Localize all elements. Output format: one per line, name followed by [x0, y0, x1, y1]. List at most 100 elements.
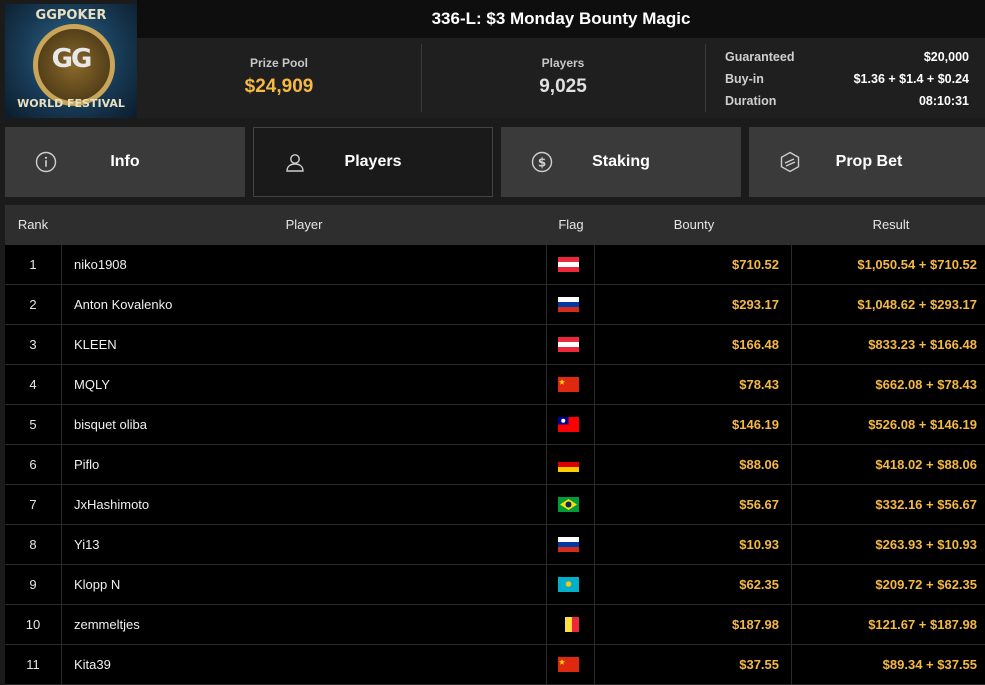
bounty-cell: $166.48: [732, 337, 779, 352]
bounty-cell: $56.67: [739, 497, 779, 512]
cell-divider: [61, 325, 62, 364]
table-header: Rank Player Flag Bounty Result: [5, 205, 985, 245]
bounty-cell: $293.17: [732, 297, 779, 312]
prize-pool-label: Prize Pool: [249, 56, 308, 70]
player-name-cell[interactable]: KLEEN: [74, 325, 534, 364]
column-header-rank[interactable]: Rank: [5, 205, 61, 245]
table-row[interactable]: 11 Kita39 $37.55 $89.34 + $37.55: [5, 645, 985, 685]
result-cell: $89.34 + $37.55: [882, 657, 977, 672]
player-name-cell[interactable]: MQLY: [74, 365, 534, 404]
austria-flag-icon: [558, 257, 579, 272]
tab-info[interactable]: Info: [5, 127, 245, 197]
cell-divider: [61, 445, 62, 484]
player-name-cell[interactable]: niko1908: [74, 245, 534, 284]
result-cell: $209.72 + $62.35: [875, 577, 977, 592]
tab-label: Info: [110, 153, 140, 170]
rank-cell: 10: [25, 617, 41, 632]
column-header-result[interactable]: Result: [793, 205, 985, 245]
cell-divider: [61, 365, 62, 404]
kazakhstan-flag-icon: [558, 577, 579, 592]
detail-value: $20,000: [923, 50, 969, 64]
tab-label: Staking: [592, 153, 650, 170]
bounty-cell: $146.19: [732, 417, 779, 432]
logo-top-text: GGPOKER: [35, 8, 107, 23]
table-row[interactable]: 10 zemmeltjes $187.98 $121.67 + $187.98: [5, 605, 985, 645]
table-row[interactable]: 9 Klopp N $62.35 $209.72 + $62.35: [5, 565, 985, 605]
column-header-bounty[interactable]: Bounty: [595, 205, 793, 245]
bounty-cell: $187.98: [732, 617, 779, 632]
flag-cell: [546, 645, 594, 684]
result-cell: $418.02 + $88.06: [875, 457, 977, 472]
bounty-cell: $710.52: [732, 257, 779, 272]
germany-flag-icon: [558, 457, 579, 472]
flag-cell: [546, 325, 594, 364]
column-header-player[interactable]: Player: [61, 205, 547, 245]
tab-label: Prop Bet: [835, 153, 903, 170]
result-cell: $833.23 + $166.48: [868, 337, 977, 352]
player-name-cell[interactable]: Piflo: [74, 445, 534, 484]
ggpoker-world-festival-logo: GGPOKER GG WORLD FESTIVAL: [5, 4, 137, 118]
china-flag-icon: [558, 657, 579, 672]
rank-cell: 3: [29, 337, 37, 352]
detail-buy-in: Buy-in $1.36 + $1.4 + $0.24: [725, 68, 969, 90]
players-table: Rank Player Flag Bounty Result 1 niko1908…: [5, 205, 985, 685]
result-cell: $662.08 + $78.43: [875, 377, 977, 392]
cell-divider: [61, 405, 62, 444]
result-cell: $526.08 + $146.19: [868, 417, 977, 432]
tournament-details: Guaranteed $20,000 Buy-in $1.36 + $1.4 +…: [725, 46, 969, 112]
detail-guaranteed: Guaranteed $20,000: [725, 46, 969, 68]
detail-key: Buy-in: [725, 72, 764, 86]
table-row[interactable]: 3 KLEEN $166.48 $833.23 + $166.48: [5, 325, 985, 365]
bounty-cell: $62.35: [739, 577, 779, 592]
rank-cell: 11: [26, 657, 40, 672]
rank-cell: 9: [29, 577, 37, 592]
table-row[interactable]: 1 niko1908 $710.52 $1,050.54 + $710.52: [5, 245, 985, 285]
table-row[interactable]: 7 JxHashimoto $56.67 $332.16 + $56.67: [5, 485, 985, 525]
cell-divider: [61, 605, 62, 644]
tournament-title: 336-L: $3 Monday Bounty Magic: [137, 0, 985, 38]
tab-label: Players: [344, 153, 402, 170]
flag-cell: [546, 405, 594, 444]
player-name-cell[interactable]: JxHashimoto: [74, 485, 534, 524]
table-row[interactable]: 5 bisquet oliba $146.19 $526.08 + $146.19: [5, 405, 985, 445]
flag-cell: [546, 245, 594, 284]
detail-key: Duration: [725, 94, 777, 108]
column-header-flag[interactable]: Flag: [547, 205, 595, 245]
bounty-cell: $10.93: [739, 537, 779, 552]
flag-cell: [546, 285, 594, 324]
bounty-cell: $88.06: [739, 457, 779, 472]
flag-cell: [546, 525, 594, 564]
rank-cell: 4: [29, 377, 37, 392]
stat-divider: [705, 44, 706, 112]
tab-staking[interactable]: $ Staking: [501, 127, 741, 197]
logo-center-text: GG: [51, 44, 93, 74]
detail-key: Guaranteed: [725, 50, 795, 64]
tab-prop-bet[interactable]: Prop Bet: [749, 127, 985, 197]
prize-pool-value: $24,909: [244, 76, 314, 97]
cell-divider: [61, 285, 62, 324]
cell-divider: [61, 525, 62, 564]
table-row[interactable]: 8 Yi13 $10.93 $263.93 + $10.93: [5, 525, 985, 565]
bounty-cell: $78.43: [739, 377, 779, 392]
cell-divider: [61, 485, 62, 524]
table-row[interactable]: 4 MQLY $78.43 $662.08 + $78.43: [5, 365, 985, 405]
rank-cell: 6: [29, 457, 37, 472]
detail-value: 08:10:31: [918, 94, 969, 108]
player-name-cell[interactable]: Yi13: [74, 525, 534, 564]
rank-cell: 7: [29, 497, 37, 512]
table-row[interactable]: 2 Anton Kovalenko $293.17 $1,048.62 + $293.…: [5, 285, 985, 325]
flag-cell: [546, 485, 594, 524]
detail-value: $1.36 + $1.4 + $0.24: [853, 72, 969, 86]
tab-players[interactable]: Players: [253, 127, 493, 197]
logo-bottom-text: WORLD FESTIVAL: [17, 97, 125, 110]
player-name-cell[interactable]: zemmeltjes: [74, 605, 534, 644]
table-row[interactable]: 6 Piflo $88.06 $418.02 + $88.06: [5, 445, 985, 485]
player-name-cell[interactable]: Anton Kovalenko: [74, 285, 534, 324]
player-name-cell[interactable]: bisquet oliba: [74, 405, 534, 444]
player-name-cell[interactable]: Kita39: [74, 645, 534, 684]
player-name-cell[interactable]: Klopp N: [74, 565, 534, 604]
bounty-cell: $37.55: [739, 657, 779, 672]
detail-duration: Duration 08:10:31: [725, 90, 969, 112]
rank-cell: 8: [29, 537, 37, 552]
players-value: 9,025: [539, 76, 587, 97]
